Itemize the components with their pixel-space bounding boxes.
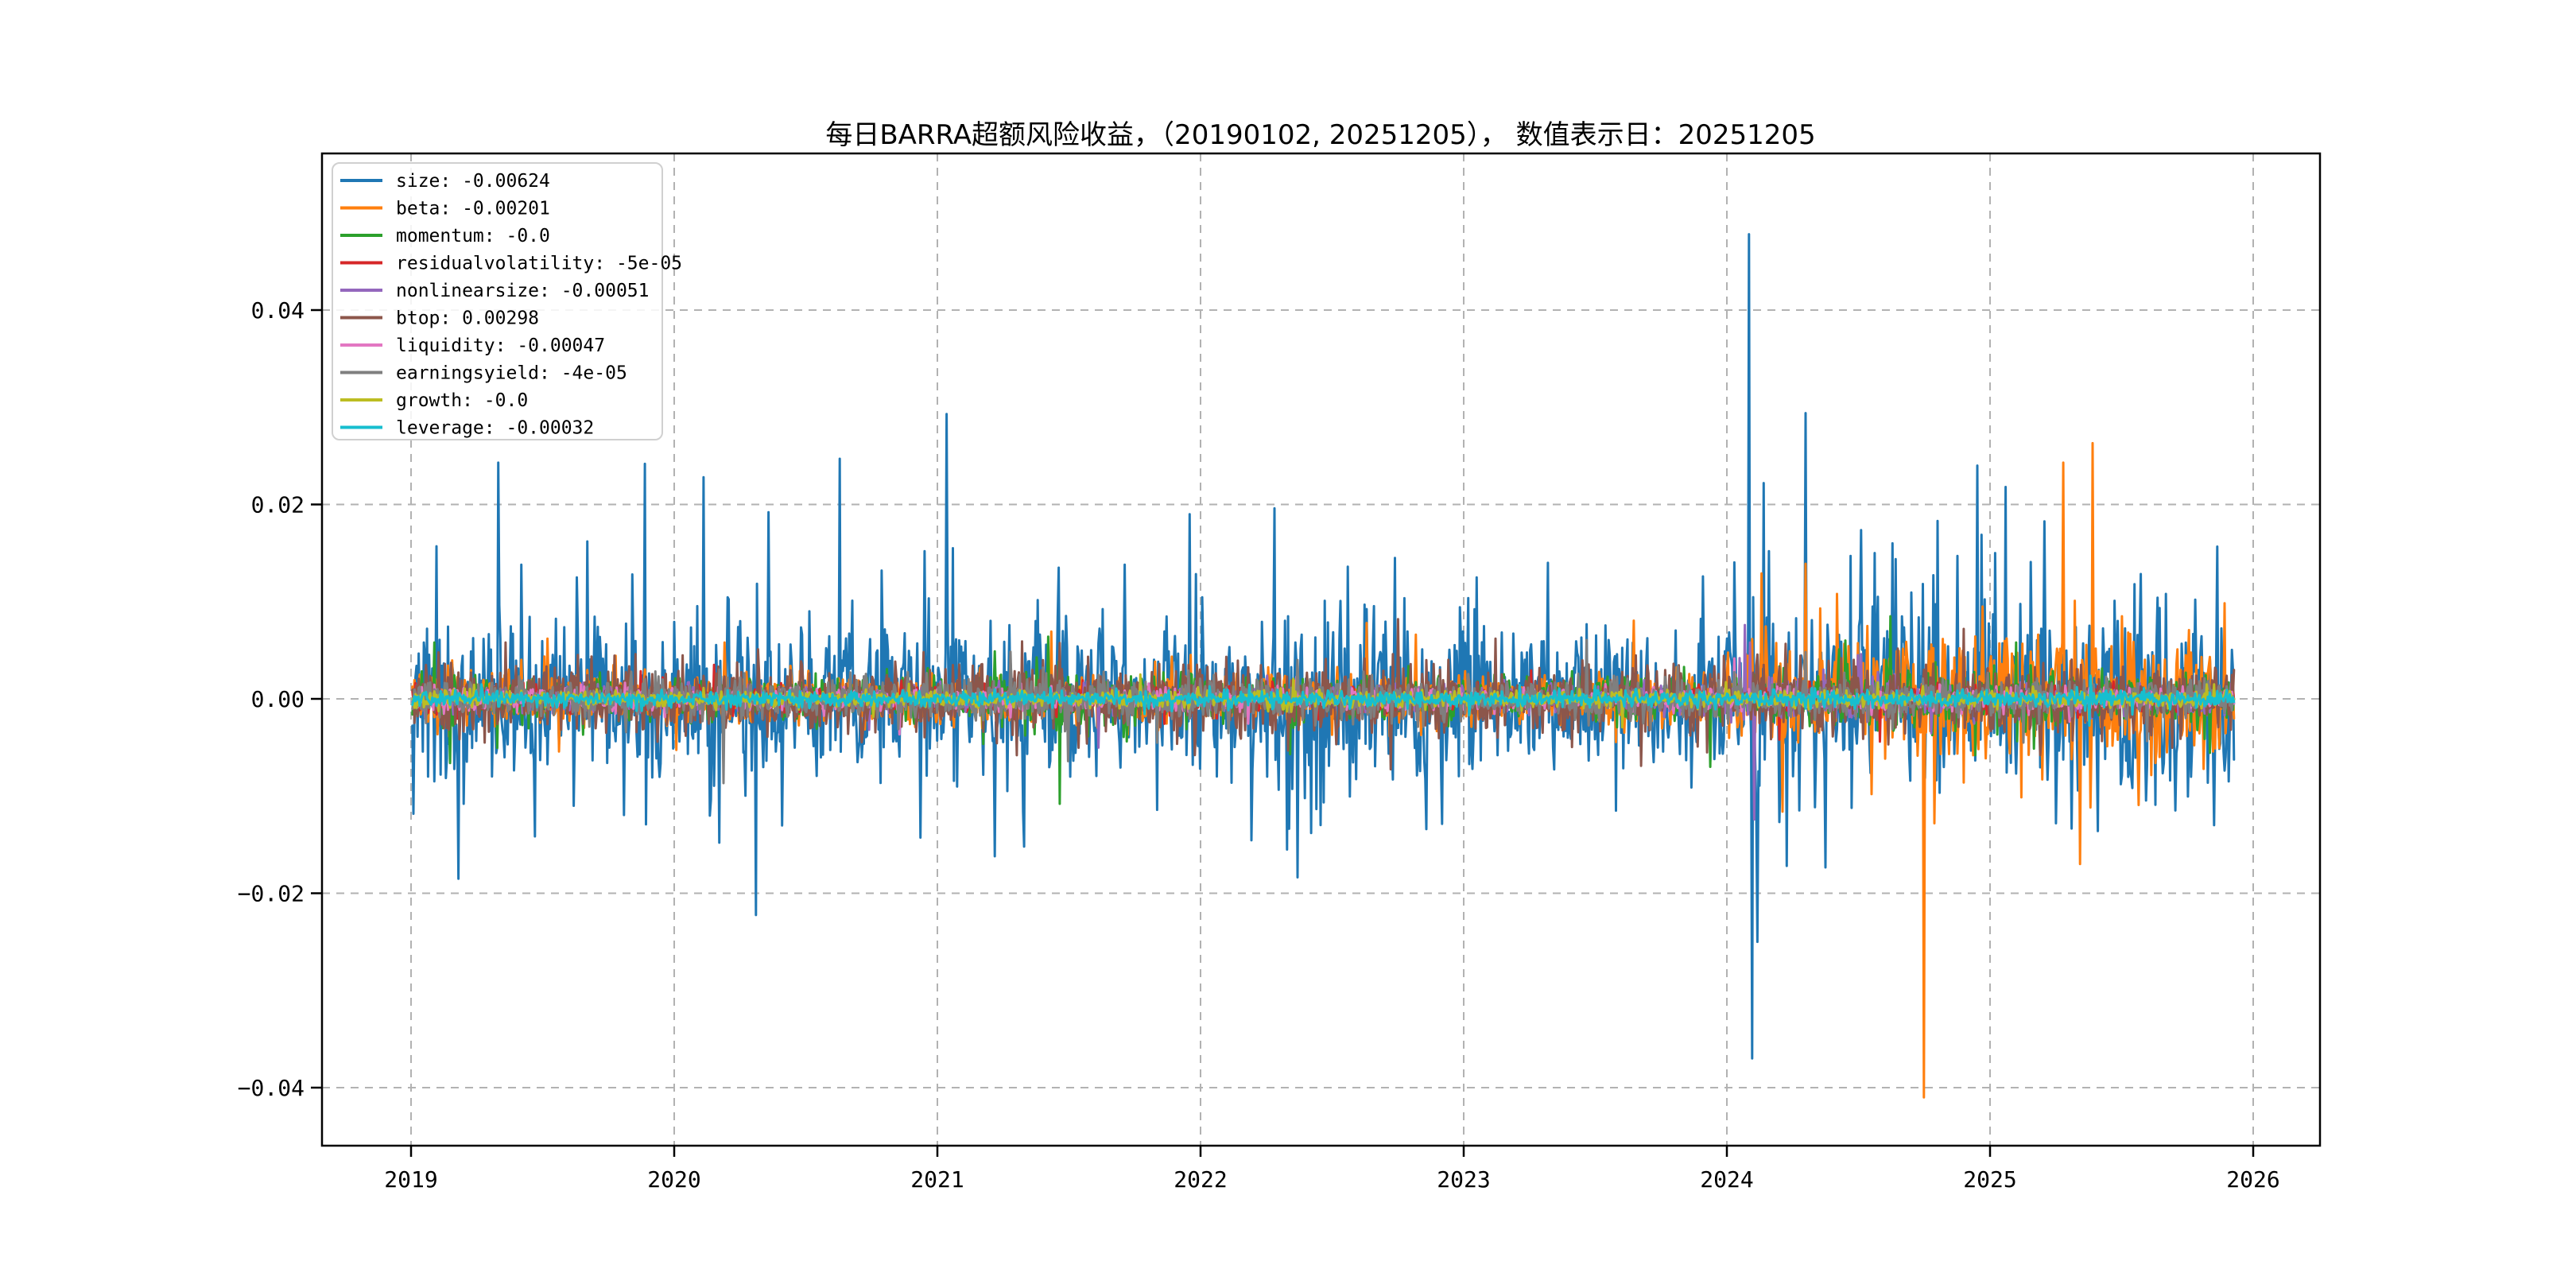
x-tick-label: 2019 bbox=[384, 1166, 437, 1193]
legend-item-label: earningsyield: -4e-05 bbox=[396, 363, 627, 384]
x-tick-label: 2022 bbox=[1174, 1166, 1227, 1193]
y-tick-label: 0.00 bbox=[251, 686, 305, 712]
legend-item-label: nonlinearsize: -0.00051 bbox=[396, 281, 650, 301]
legend-item-label: growth: -0.0 bbox=[396, 390, 528, 411]
x-tick-label: 2020 bbox=[647, 1166, 700, 1193]
x-tick-label: 2021 bbox=[910, 1166, 964, 1193]
y-tick-label: −0.04 bbox=[238, 1075, 305, 1101]
y-tick-label: 0.04 bbox=[251, 297, 305, 324]
x-tick-label: 2026 bbox=[2226, 1166, 2279, 1193]
x-tick-label: 2024 bbox=[1700, 1166, 1753, 1193]
legend-item-label: btop: 0.00298 bbox=[396, 308, 539, 329]
legend-item-label: liquidity: -0.00047 bbox=[396, 336, 605, 356]
data-series-layer bbox=[411, 233, 2236, 1099]
x-tick-label: 2023 bbox=[1437, 1166, 1490, 1193]
y-axis-tick-labels: 0.04 0.02 0.00 −0.02 −0.04 bbox=[238, 297, 305, 1101]
legend-item-label: beta: -0.00201 bbox=[396, 199, 550, 219]
legend: size: -0.00624 beta: -0.00201 momentum: -0… bbox=[332, 162, 682, 440]
chart-canvas: 2019 2020 2021 2022 2023 2024 2025 2026 0.040.0… bbox=[238, 119, 2322, 1193]
x-tick-label: 2025 bbox=[1963, 1166, 2016, 1193]
series-line-size bbox=[411, 233, 2236, 1060]
y-tick-label: 0.02 bbox=[251, 492, 305, 518]
legend-item-label: residualvolatility: -5e-05 bbox=[396, 254, 682, 274]
legend-item-label: size: -0.00624 bbox=[396, 171, 550, 192]
chart-title: 每日BARRA超额风险收益，（20190102, 20251205）， 数值表示… bbox=[825, 119, 1815, 151]
legend-item-label: leverage: -0.00032 bbox=[396, 418, 594, 439]
matplotlib-figure: 2019 2020 2021 2022 2023 2024 2025 2026 0.04 0.0… bbox=[0, 0, 2576, 1288]
x-axis-tick-labels: 2019 2020 2021 2022 2023 2024 2025 2026 bbox=[384, 1166, 2279, 1193]
y-tick-label: −0.02 bbox=[238, 881, 305, 907]
legend-item-label: momentum: -0.0 bbox=[396, 226, 550, 246]
